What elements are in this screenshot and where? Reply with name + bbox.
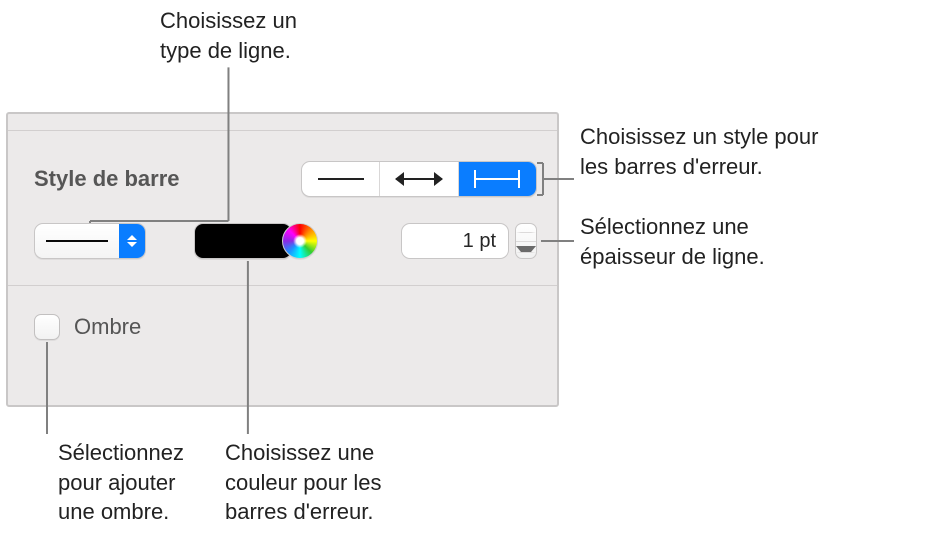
t-cap-icon xyxy=(474,170,520,188)
error-bar-style-diamond[interactable] xyxy=(380,162,458,196)
error-bar-style-tcap[interactable] xyxy=(459,162,536,196)
diamond-cap-icon xyxy=(396,172,442,186)
line-glyph-icon xyxy=(318,178,364,180)
error-bar-style-segmented[interactable] xyxy=(301,161,537,197)
line-thickness-field[interactable]: 1 pt xyxy=(401,223,509,259)
callout-line-type: Choisissez un type de ligne. xyxy=(160,6,297,65)
line-type-preview xyxy=(35,224,119,258)
stepper-up[interactable] xyxy=(516,224,536,242)
error-bar-style-line[interactable] xyxy=(302,162,380,196)
shadow-label: Ombre xyxy=(74,314,141,340)
line-thickness-stepper[interactable] xyxy=(515,223,537,259)
color-well[interactable] xyxy=(194,223,292,259)
callout-color: Choisissez une couleur pour les barres d… xyxy=(225,438,382,527)
line-type-dropdown[interactable] xyxy=(34,223,146,259)
callout-thickness: Sélectionnez une épaisseur de ligne. xyxy=(580,212,765,271)
bar-style-panel: Style de barre xyxy=(6,112,559,407)
callout-shadow: Sélectionnez pour ajouter une ombre. xyxy=(58,438,184,527)
updown-chevron-icon xyxy=(119,224,145,258)
stepper-down[interactable] xyxy=(516,242,536,259)
callout-bar-style: Choisissez un style pour les barres d'er… xyxy=(580,122,818,181)
shadow-checkbox[interactable] xyxy=(34,314,60,340)
section-title-bar-style: Style de barre xyxy=(34,166,180,192)
color-picker-button[interactable] xyxy=(282,223,318,259)
